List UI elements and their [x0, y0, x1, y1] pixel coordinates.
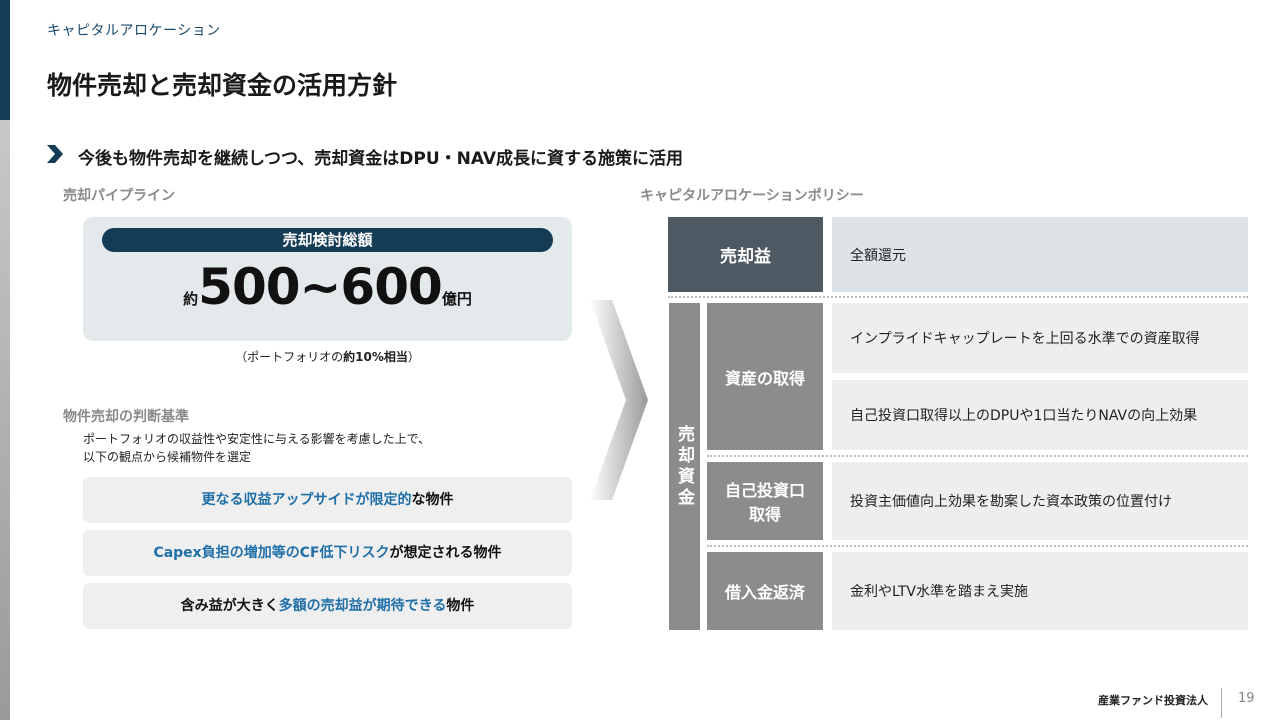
accent-bar-bottom — [0, 120, 10, 720]
funds-label: 売却資金 — [669, 303, 700, 630]
pipeline-amount: 約500~600億円 — [83, 258, 572, 316]
gain-label: 売却益 — [668, 217, 823, 292]
repay-label: 借入金返済 — [707, 552, 823, 630]
footer-separator — [1221, 688, 1222, 718]
policy-heading: キャピタルアロケーションポリシー — [640, 188, 864, 204]
criteria-heading: 物件売却の判断基準 — [63, 409, 189, 425]
buyback-label-line2: 取得 — [748, 505, 781, 524]
repay-value: 金利やLTV水準を踏まえ実施 — [832, 552, 1248, 630]
note-post: ） — [407, 350, 420, 364]
asset-label: 資産の取得 — [707, 303, 823, 450]
criteria-item: 含み益が大きく多額の売却益が期待できる物件 — [83, 583, 572, 629]
criteria-item-highlight: 更なる収益アップサイドが限定的 — [201, 492, 412, 508]
page-number: 19 — [1238, 691, 1255, 706]
section-label: キャピタルアロケーション — [47, 23, 221, 39]
criteria-item: 更なる収益アップサイドが限定的な物件 — [83, 477, 572, 523]
criteria-item-pre: 含み益が大きく — [180, 598, 279, 614]
buyback-label: 自己投資口 取得 — [707, 462, 823, 540]
criteria-desc-line1: ポートフォリオの収益性や安定性に与える影響を考慮した上で、 — [83, 432, 431, 446]
pipeline-pill: 売却検討総額 — [102, 228, 553, 252]
criteria-item-rest: が想定される物件 — [389, 545, 502, 561]
amount-prefix: 約 — [183, 290, 199, 308]
gain-value: 全額還元 — [832, 217, 1248, 292]
portfolio-note: （ポートフォリオの約10%相当） — [83, 348, 572, 365]
buyback-value: 投資主価値向上効果を勘案した資本政策の位置付け — [832, 462, 1248, 540]
criteria-item-rest: 物件 — [446, 598, 475, 614]
accent-bar-top — [0, 0, 10, 120]
divider — [707, 545, 1248, 547]
pipeline-heading: 売却パイプライン — [63, 188, 175, 204]
criteria-item-highlight: Capex負担の増加等のCF低下リスク — [153, 545, 390, 561]
criteria-item-highlight: 多額の売却益が期待できる — [278, 598, 447, 614]
note-pre: （ポートフォリオの — [235, 350, 344, 364]
divider — [668, 296, 1248, 298]
footer-brand: 産業ファンド投資法人 — [1098, 694, 1208, 707]
amount-unit: 億円 — [441, 290, 472, 308]
buyback-label-line1: 自己投資口 — [724, 481, 805, 500]
criteria-desc-line2: 以下の観点から候補物件を選定 — [83, 450, 252, 464]
criteria-item-rest: な物件 — [411, 492, 454, 508]
flow-arrow-icon — [590, 300, 648, 500]
amount-value: 500~600 — [198, 258, 443, 316]
note-bold: 約10%相当 — [343, 350, 408, 364]
criteria-description: ポートフォリオの収益性や安定性に与える影響を考慮した上で、 以下の観点から候補物… — [83, 430, 430, 466]
asset-item-2: 自己投資口取得以上のDPUや1口当たりNAVの向上効果 — [832, 380, 1248, 450]
asset-item-1: インプライドキャップレートを上回る水準での資産取得 — [832, 303, 1248, 373]
chevron-right-icon — [47, 145, 63, 163]
lead-statement: 今後も物件売却を継続しつつ、売却資金はDPU・NAV成長に資する施策に活用 — [78, 149, 684, 169]
criteria-item: Capex負担の増加等のCF低下リスクが想定される物件 — [83, 530, 572, 576]
page-title: 物件売却と売却資金の活用方針 — [47, 71, 398, 100]
divider — [707, 455, 1248, 457]
